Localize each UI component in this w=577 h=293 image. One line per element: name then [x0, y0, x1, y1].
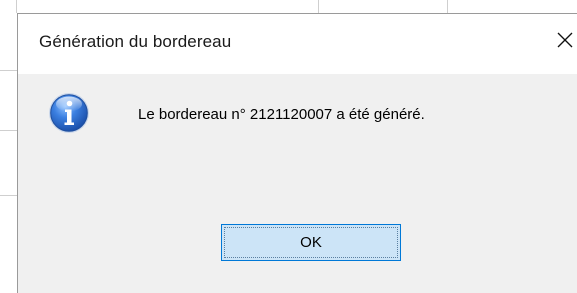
ok-button[interactable]: OK	[221, 224, 401, 261]
background-divider	[0, 70, 17, 71]
dialog-message: Le bordereau n° 2121120007 a été généré.	[138, 106, 425, 123]
dialog-titlebar[interactable]: Génération du bordereau	[18, 14, 577, 74]
background-divider	[16, 0, 17, 13]
background-strip-top	[0, 0, 577, 13]
close-icon	[556, 31, 574, 49]
information-icon	[48, 92, 90, 134]
background-divider	[0, 130, 17, 131]
dialog-title: Génération du bordereau	[39, 32, 232, 51]
background-divider	[318, 0, 319, 13]
background-strip-left	[0, 0, 17, 283]
message-dialog: Génération du bordereau Le bordereau n° …	[17, 13, 577, 293]
close-button[interactable]	[552, 26, 577, 54]
ok-button-label: OK	[300, 234, 322, 251]
background-divider	[447, 0, 448, 13]
background-divider	[0, 195, 17, 196]
